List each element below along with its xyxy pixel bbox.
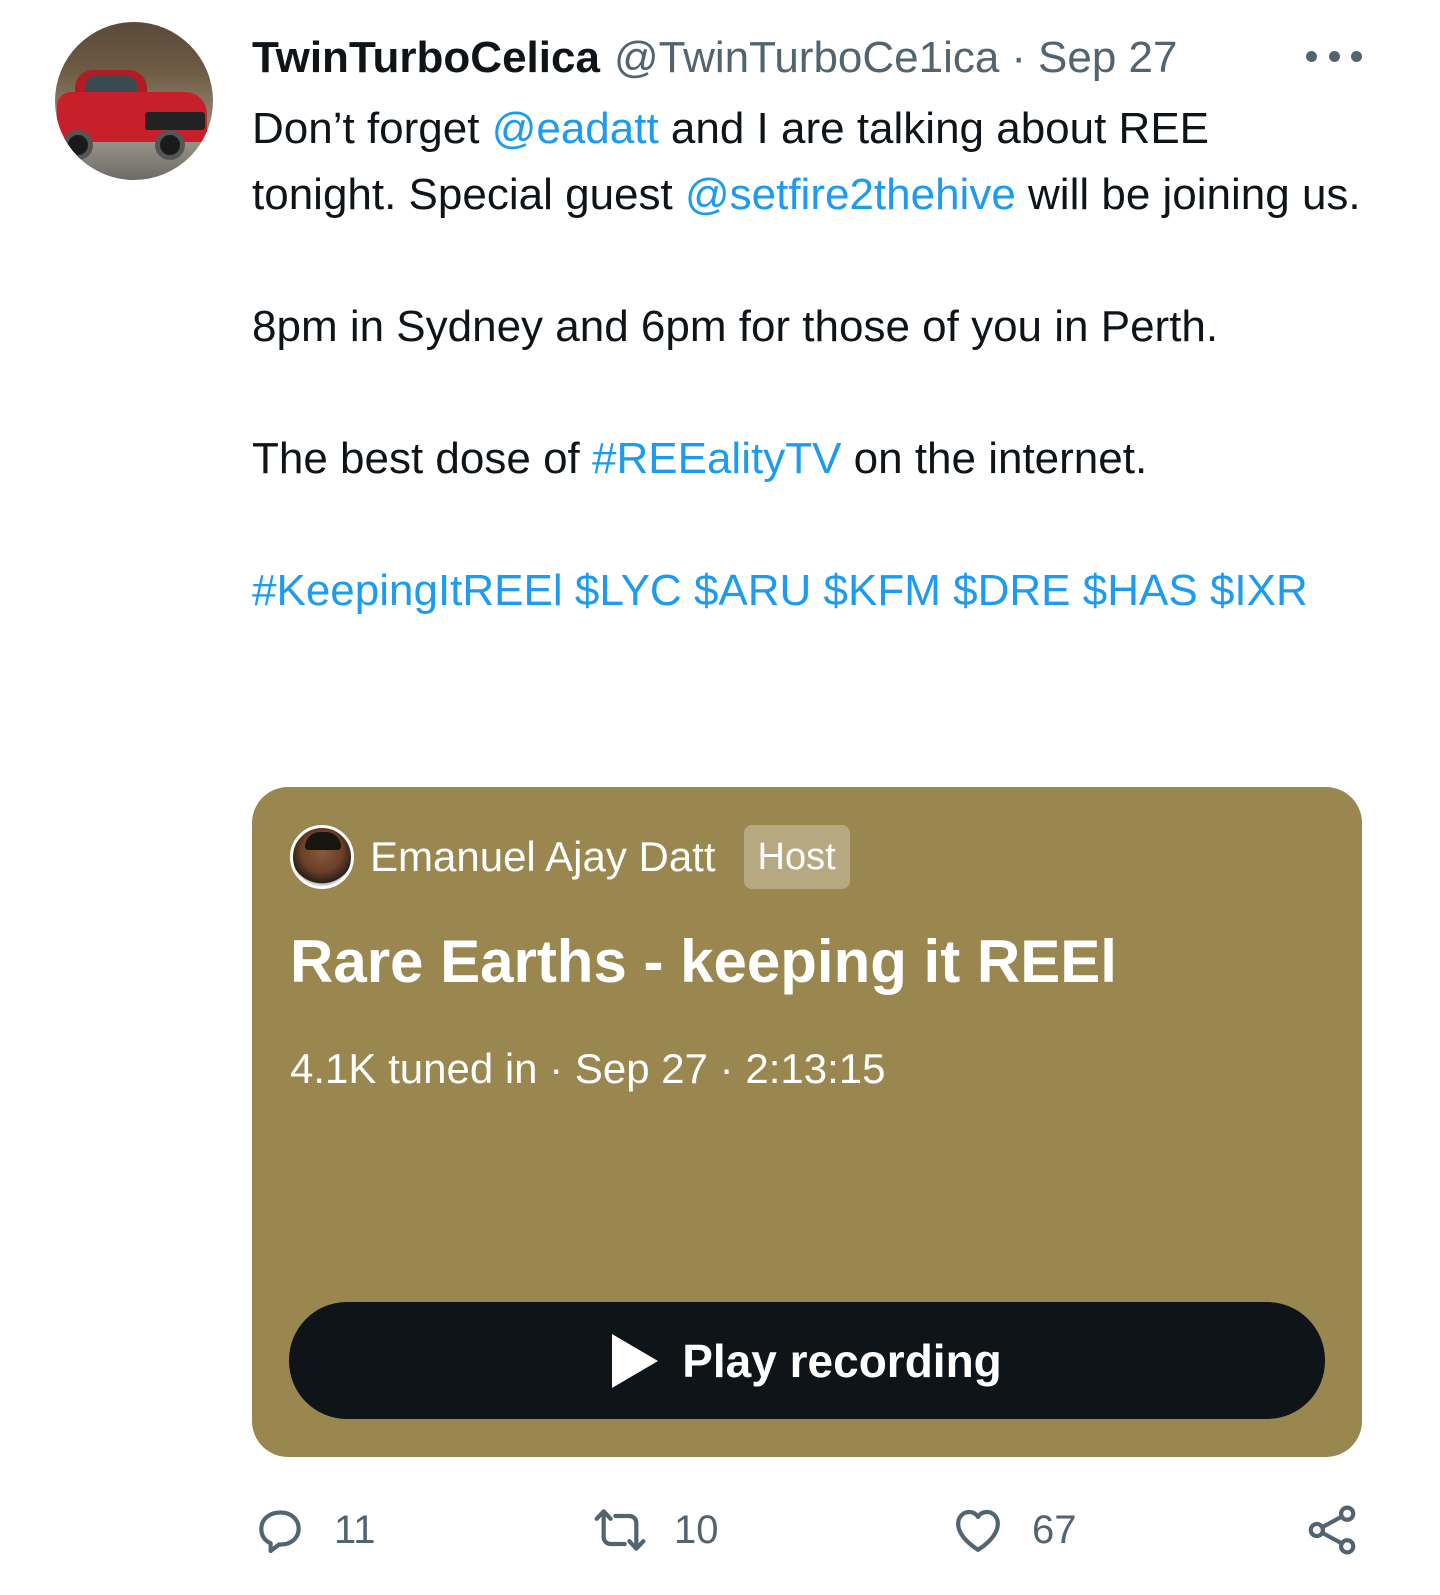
author-handle[interactable]: @TwinTurboCe1ica: [614, 33, 999, 83]
text-segment: The best dose of: [252, 434, 592, 483]
retweet-count: 10: [674, 1507, 719, 1552]
space-title: Rare Earths - keeping it REEl: [290, 928, 1117, 995]
cashtag-link[interactable]: $DRE: [953, 566, 1070, 615]
meta-separator: ·: [719, 1045, 734, 1092]
mention-link[interactable]: @eadatt: [492, 104, 659, 153]
text-segment: on the internet.: [841, 434, 1148, 483]
space-tuned-in: 4.1K tuned in: [290, 1045, 538, 1092]
space-date: Sep 27: [574, 1045, 708, 1092]
more-dot: [1351, 50, 1362, 62]
reply-icon: [259, 1510, 301, 1554]
hashtag-link[interactable]: #KeepingItREEl: [252, 566, 563, 615]
tweet-header: TwinTurboCelica @TwinTurboCe1ica · Sep 2…: [252, 30, 1178, 86]
tweet-text: Don’t forget @eadatt and I are talking a…: [252, 96, 1362, 624]
tweet-paragraph: 8pm in Sydney and 6pm for those of you i…: [252, 302, 1219, 351]
mention-link[interactable]: @setfire2thehive: [685, 170, 1016, 219]
space-duration: 2:13:15: [745, 1045, 886, 1092]
host-badge: Host: [743, 825, 850, 889]
more-dot: [1328, 50, 1340, 62]
cashtag-link[interactable]: $LYC: [575, 566, 682, 615]
more-dot: [1306, 50, 1317, 62]
reply-button[interactable]: 11: [252, 1500, 376, 1560]
like-button[interactable]: 67: [950, 1500, 1077, 1560]
play-recording-label: Play recording: [682, 1334, 1002, 1387]
play-icon: [612, 1333, 659, 1388]
hashtag-link[interactable]: #REEalityTV: [592, 434, 841, 483]
cashtag-link[interactable]: $ARU: [694, 566, 811, 615]
author-avatar[interactable]: [55, 22, 213, 180]
header-separator: ·: [1011, 33, 1027, 82]
share-button[interactable]: [1304, 1500, 1360, 1560]
space-meta: 4.1K tuned in · Sep 27 · 2:13:15: [290, 1045, 885, 1093]
tweet-paragraph: Don’t forget @eadatt and I are talking a…: [252, 96, 1362, 228]
retweet-button[interactable]: 10: [592, 1500, 719, 1560]
avatar-car-wheel: [155, 130, 185, 160]
tweet-tags: #KeepingItREEl $LYC $ARU $KFM $DRE $HAS …: [252, 558, 1362, 624]
more-icon[interactable]: [1306, 36, 1362, 76]
meta-separator: ·: [549, 1045, 564, 1092]
host-name[interactable]: Emanuel Ajay Datt: [370, 833, 716, 881]
avatar-car-wheel: [63, 130, 93, 160]
author-display-name[interactable]: TwinTurboCelica: [252, 33, 600, 83]
text-segment: Don’t forget: [252, 104, 492, 153]
tweet-paragraph: The best dose of #REEalityTV on the inte…: [252, 426, 1362, 492]
like-count: 67: [1032, 1507, 1077, 1552]
host-avatar-hair: [305, 832, 341, 850]
reply-count: 11: [334, 1507, 376, 1552]
play-recording-button[interactable]: Play recording: [289, 1302, 1325, 1419]
like-icon: [956, 1509, 1000, 1552]
cashtag-link[interactable]: $IXR: [1210, 566, 1308, 615]
cashtag-link[interactable]: $KFM: [824, 566, 941, 615]
tweet-actions: 11 10 67: [252, 1500, 1362, 1560]
space-host-row: Emanuel Ajay Datt Host: [290, 825, 850, 889]
share-icon: [1308, 1505, 1356, 1555]
retweet-icon: [594, 1509, 646, 1551]
space-card[interactable]: Emanuel Ajay Datt Host Rare Earths - kee…: [252, 787, 1362, 1457]
avatar-car-grille: [145, 112, 205, 130]
cashtag-link[interactable]: $HAS: [1083, 566, 1198, 615]
text-segment: will be joining us.: [1015, 170, 1361, 219]
host-avatar[interactable]: [290, 825, 354, 889]
tweet-date[interactable]: Sep 27: [1038, 33, 1177, 83]
